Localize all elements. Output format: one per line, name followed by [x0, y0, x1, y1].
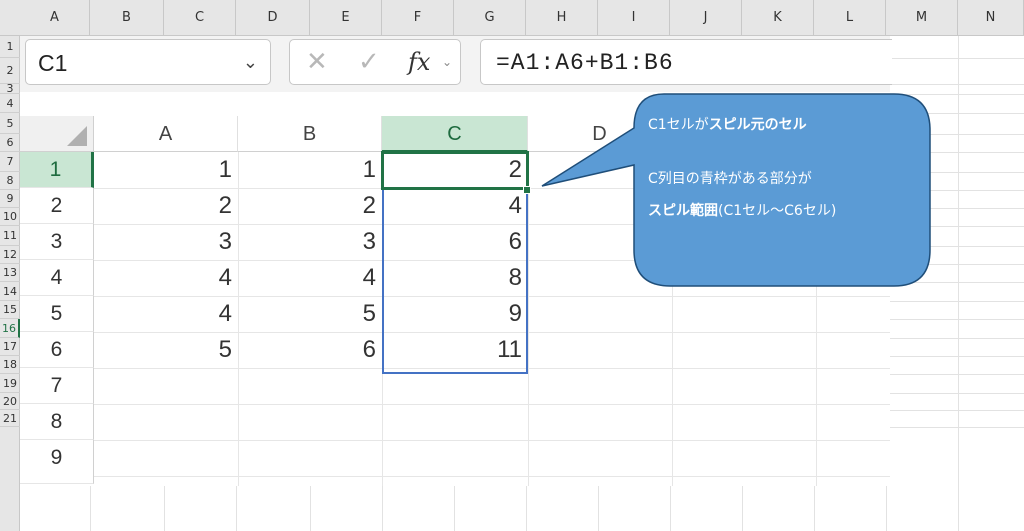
outer-row-header-10[interactable]: 10	[0, 208, 20, 226]
cell-a4[interactable]: 4	[94, 260, 238, 296]
sheet-gridline-h	[94, 404, 890, 405]
outer-column-header-j[interactable]: J	[670, 0, 742, 36]
outer-row-header-21[interactable]: 21	[0, 410, 20, 427]
cell-b4[interactable]: 4	[238, 260, 382, 296]
cell-a6[interactable]: 5	[94, 332, 238, 368]
outer-column-header-d[interactable]: D	[236, 0, 310, 36]
outer-column-header-f[interactable]: F	[382, 0, 454, 36]
inner-row-header-column: 123456789	[20, 152, 94, 486]
callout-line-3-suffix: (C1セル～C6セル)	[718, 203, 837, 219]
cancel-icon[interactable]: ✕	[306, 40, 328, 84]
formula-text: =A1:A6+B1:B6	[496, 50, 674, 76]
formula-controls: ✕ ✓ fx ⌄	[289, 39, 461, 85]
enter-check-icon[interactable]: ✓	[358, 40, 380, 84]
select-all-triangle-icon	[67, 126, 87, 146]
outer-row-header-11[interactable]: 11	[0, 226, 20, 246]
outer-column-header-a[interactable]: A	[20, 0, 90, 36]
formula-bar: C1 ⌄ ✕ ✓ fx ⌄ =A1:A6+B1:B6	[20, 36, 892, 92]
chevron-down-icon[interactable]: ⌄	[442, 40, 452, 84]
outer-row-header-7[interactable]: 7	[0, 152, 20, 172]
cell-b5[interactable]: 5	[238, 296, 382, 332]
sheet-gridline-h	[94, 440, 890, 441]
outer-row-header-6[interactable]: 6	[0, 134, 20, 152]
outer-column-header-n[interactable]: N	[958, 0, 1024, 36]
outer-row-header-1[interactable]: 1	[0, 36, 20, 58]
outer-row-header-4[interactable]: 4	[0, 94, 20, 113]
sheet-row-header-6[interactable]: 6	[20, 332, 94, 368]
callout-line-3-bold: スピル範囲	[648, 203, 718, 219]
sheet-row-header-8[interactable]: 8	[20, 404, 94, 440]
fill-handle[interactable]	[523, 186, 531, 194]
sheet-gridline-v	[528, 152, 529, 486]
active-cell-c1[interactable]	[381, 151, 529, 190]
cell-a3[interactable]: 3	[94, 224, 238, 260]
outer-column-header-k[interactable]: K	[742, 0, 814, 36]
sheet-column-header-a[interactable]: A	[94, 116, 238, 152]
sheet-row-header-1[interactable]: 1	[20, 152, 94, 188]
outer-column-header-b[interactable]: B	[90, 0, 164, 36]
formula-input[interactable]: =A1:A6+B1:B6	[480, 39, 892, 85]
outer-row-header-bar: 1 2 3 4 5 6 7 8 9 10 11 12 13 14 15 16 17 18 19 20 21	[0, 36, 20, 531]
outer-row-header-3[interactable]: 3	[0, 83, 20, 94]
sheet-gridline-h	[94, 476, 890, 477]
cell-b1[interactable]: 1	[238, 152, 382, 188]
callout-line-3: スピル範囲(C1セル～C6セル)	[648, 200, 836, 220]
outer-row-header-8[interactable]: 8	[0, 172, 20, 190]
sheet-row-header-4[interactable]: 4	[20, 260, 94, 296]
cell-a5[interactable]: 4	[94, 296, 238, 332]
sheet-row-header-3[interactable]: 3	[20, 224, 94, 260]
outer-row-header-17[interactable]: 17	[0, 338, 20, 356]
outer-row-header-18[interactable]: 18	[0, 356, 20, 374]
outer-column-header-bar: ABCDEFGHIJKLMN	[0, 0, 1024, 36]
outer-row-header-16[interactable]: 16	[0, 319, 20, 338]
outer-row-header-5[interactable]: 5	[0, 113, 20, 134]
outer-row-header-20[interactable]: 20	[0, 393, 20, 410]
outer-row-header-2[interactable]: 2	[0, 58, 20, 84]
outer-column-header-m[interactable]: M	[886, 0, 958, 36]
callout-line-2: C列目の青枠がある部分が	[648, 171, 812, 187]
cell-b6[interactable]: 6	[238, 332, 382, 368]
embedded-excel-screenshot: C1 ⌄ ✕ ✓ fx ⌄ =A1:A6+B1:B6 ABCD 12345678…	[20, 36, 892, 486]
outer-column-header-e[interactable]: E	[310, 0, 382, 36]
sheet-row-header-9[interactable]: 9	[20, 440, 94, 484]
outer-column-header-h[interactable]: H	[526, 0, 598, 36]
outer-column-header-g[interactable]: G	[454, 0, 526, 36]
cell-b3[interactable]: 3	[238, 224, 382, 260]
outer-column-header-c[interactable]: C	[164, 0, 236, 36]
cell-a2[interactable]: 2	[94, 188, 238, 224]
sheet-column-header-c[interactable]: C	[382, 116, 528, 152]
cell-a1[interactable]: 1	[94, 152, 238, 188]
outer-row-header-13[interactable]: 13	[0, 264, 20, 282]
callout-line-1-prefix: C1セルが	[648, 117, 709, 133]
callout-line-1-bold: スピル元のセル	[708, 117, 807, 133]
outer-row-header-15[interactable]: 15	[0, 301, 20, 319]
outer-column-header-l[interactable]: L	[814, 0, 886, 36]
sheet-row-header-7[interactable]: 7	[20, 368, 94, 404]
sheet-spacer	[20, 92, 890, 116]
outer-column-header-i[interactable]: I	[598, 0, 670, 36]
insert-function-icon[interactable]: fx	[408, 40, 430, 84]
name-box[interactable]: C1 ⌄	[25, 39, 271, 85]
select-all-corner[interactable]	[20, 116, 94, 152]
sheet-row-header-5[interactable]: 5	[20, 296, 94, 332]
sheet-row-header-2[interactable]: 2	[20, 188, 94, 224]
outer-row-header-19[interactable]: 19	[0, 374, 20, 393]
outer-row-header-14[interactable]: 14	[0, 282, 20, 301]
name-box-value: C1	[38, 50, 68, 76]
outer-row-header-9[interactable]: 9	[0, 190, 20, 208]
callout-line-1: C1セルがスピル元のセル	[648, 114, 807, 134]
outer-gridline-v	[958, 36, 959, 531]
outer-row-header-12[interactable]: 12	[0, 246, 20, 264]
sheet-column-header-b[interactable]: B	[238, 116, 382, 152]
chevron-down-icon[interactable]: ⌄	[243, 40, 258, 86]
cell-b2[interactable]: 2	[238, 188, 382, 224]
